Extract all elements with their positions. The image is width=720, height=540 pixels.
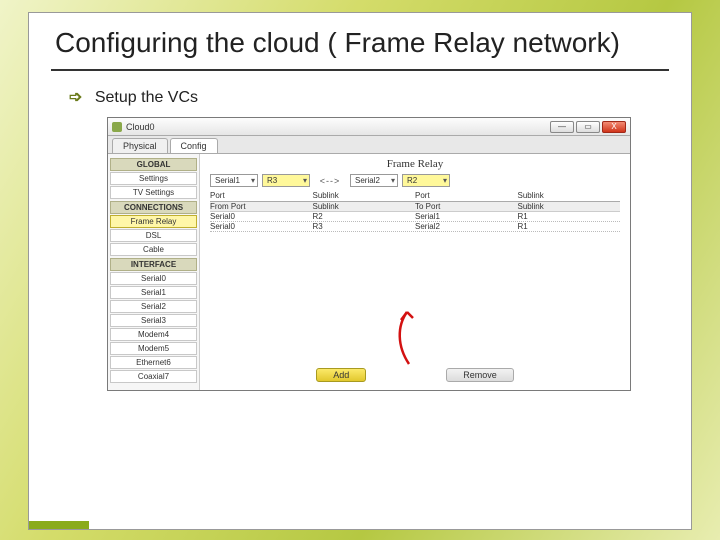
slide-title: Configuring the cloud ( Frame Relay netw… (29, 13, 691, 69)
sidebar-header-global: GLOBAL (110, 158, 197, 171)
sidebar-item-serial2[interactable]: Serial2 (110, 300, 197, 313)
sidebar-item-serial0[interactable]: Serial0 (110, 272, 197, 285)
slide-accent-bar (29, 521, 89, 529)
sidebar-item-cable[interactable]: Cable (110, 243, 197, 256)
app-window: Cloud0 — ▭ X Physical Config GLOBAL Sett… (107, 117, 631, 391)
tab-config[interactable]: Config (170, 138, 218, 153)
sidebar-item-coaxial7[interactable]: Coaxial7 (110, 370, 197, 383)
header-sublink-right: Sublink (518, 191, 621, 200)
annotation-arrow-icon (389, 306, 429, 366)
sidebar-item-serial1[interactable]: Serial1 (110, 286, 197, 299)
bullet-text: Setup the VCs (95, 89, 198, 106)
sidebar-item-ethernet6[interactable]: Ethernet6 (110, 356, 197, 369)
to-port-select[interactable]: Serial2 (350, 174, 398, 187)
from-port-select[interactable]: Serial1 (210, 174, 258, 187)
tab-physical[interactable]: Physical (112, 138, 168, 153)
cell-sublink-left: R3 (313, 222, 416, 231)
title-separator (51, 69, 669, 71)
window-title: Cloud0 (126, 122, 155, 132)
close-button[interactable]: X (602, 121, 626, 133)
window-tabs: Physical Config (108, 136, 630, 154)
sidebar-header-interface: INTERFACE (110, 258, 197, 271)
cell-sublink-right: R1 (518, 222, 621, 231)
sub-headers: From Port Sublink To Port Sublink (210, 202, 620, 212)
sidebar: GLOBAL Settings TV Settings CONNECTIONS … (108, 154, 200, 390)
cell-sublink-left: R2 (313, 212, 416, 221)
cell-to-port: Serial2 (415, 222, 518, 231)
sidebar-item-frame-relay[interactable]: Frame Relay (110, 215, 197, 228)
subheader-sublink-left: Sublink (313, 202, 416, 211)
bullet-item: ➩ Setup the VCs (29, 85, 691, 117)
column-headers: Port Sublink Port Sublink (210, 191, 620, 202)
window-titlebar: Cloud0 — ▭ X (108, 118, 630, 136)
sidebar-item-modem4[interactable]: Modem4 (110, 328, 197, 341)
subheader-from-port: From Port (210, 202, 313, 211)
panel-title: Frame Relay (210, 158, 620, 170)
link-arrow-icon: <--> (314, 176, 346, 186)
sidebar-item-dsl[interactable]: DSL (110, 229, 197, 242)
cell-to-port: Serial1 (415, 212, 518, 221)
header-sublink-left: Sublink (313, 191, 416, 200)
from-sublink-select[interactable]: R3 (262, 174, 310, 187)
header-port-left: Port (210, 191, 313, 200)
header-port-right: Port (415, 191, 518, 200)
subheader-sublink-right: Sublink (518, 202, 621, 211)
arrow-bullet-icon: ➩ (69, 87, 82, 107)
to-sublink-select[interactable]: R2 (402, 174, 450, 187)
vc-row[interactable]: Serial0 R3 Serial2 R1 (210, 222, 620, 232)
app-icon (112, 122, 122, 132)
sidebar-item-tv-settings[interactable]: TV Settings (110, 186, 197, 199)
sidebar-item-settings[interactable]: Settings (110, 172, 197, 185)
main-panel: Frame Relay Serial1 R3 <--> Serial2 R2 P… (200, 154, 630, 390)
maximize-button[interactable]: ▭ (576, 121, 600, 133)
remove-button[interactable]: Remove (446, 368, 514, 382)
cell-sublink-right: R1 (518, 212, 621, 221)
add-button[interactable]: Add (316, 368, 366, 382)
subheader-to-port: To Port (415, 202, 518, 211)
sidebar-header-connections: CONNECTIONS (110, 201, 197, 214)
vc-row[interactable]: Serial0 R2 Serial1 R1 (210, 212, 620, 222)
cell-from-port: Serial0 (210, 222, 313, 231)
cell-from-port: Serial0 (210, 212, 313, 221)
vc-config-row: Serial1 R3 <--> Serial2 R2 (210, 174, 620, 187)
sidebar-item-modem5[interactable]: Modem5 (110, 342, 197, 355)
sidebar-item-serial3[interactable]: Serial3 (110, 314, 197, 327)
minimize-button[interactable]: — (550, 121, 574, 133)
